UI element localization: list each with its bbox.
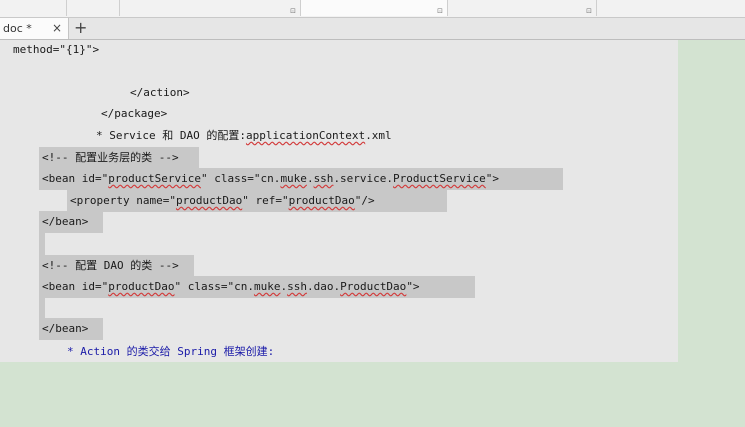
code-line: </action> — [130, 86, 190, 99]
code-line: * Action 的类交给 Spring 框架创建: — [67, 345, 275, 358]
ribbon-group-editing: ⊡ — [448, 0, 597, 16]
code-line: </bean> — [42, 215, 89, 228]
tab-document[interactable]: doc * × — [0, 18, 69, 39]
code-line: <!-- 配置 DAO 的类 --> — [42, 259, 179, 272]
code-line: <bean id="productDao" class="cn.muke.ssh… — [42, 280, 420, 293]
add-tab-icon[interactable]: + — [74, 18, 87, 38]
code-line: <bean id="productService" class="cn.muke… — [42, 172, 500, 185]
selection-highlight — [39, 233, 45, 255]
code-line: <!-- 配置业务层的类 --> — [42, 151, 179, 164]
close-icon[interactable]: × — [52, 21, 62, 35]
code-line: <property name="productDao" ref="product… — [70, 194, 375, 207]
ribbon-group-paragraph: ⊡ — [120, 0, 301, 16]
tab-label: doc * — [3, 22, 32, 35]
dialog-launcher-icon[interactable]: ⊡ — [586, 7, 592, 15]
dialog-launcher-icon[interactable]: ⊡ — [437, 7, 443, 15]
dialog-launcher-icon[interactable]: ⊡ — [290, 7, 296, 15]
ribbon-group-extra — [597, 0, 744, 16]
ribbon-group-font — [67, 0, 120, 16]
selection-highlight — [39, 298, 45, 320]
ribbon-group-styles: ⊡ — [301, 0, 448, 16]
code-line: </package> — [101, 107, 168, 120]
bottom-margin — [0, 362, 678, 427]
right-margin — [678, 40, 745, 362]
code-line: method="{1}"> — [13, 43, 100, 56]
code-line: </bean> — [42, 322, 89, 335]
ribbon-toolbar: ⊡ ⊡ ⊡ — [0, 0, 745, 18]
ribbon-group-clipboard — [0, 0, 67, 16]
code-line: * Service 和 DAO 的配置:applicationContext.x… — [96, 129, 392, 142]
tab-bar: doc * × + — [0, 18, 745, 40]
